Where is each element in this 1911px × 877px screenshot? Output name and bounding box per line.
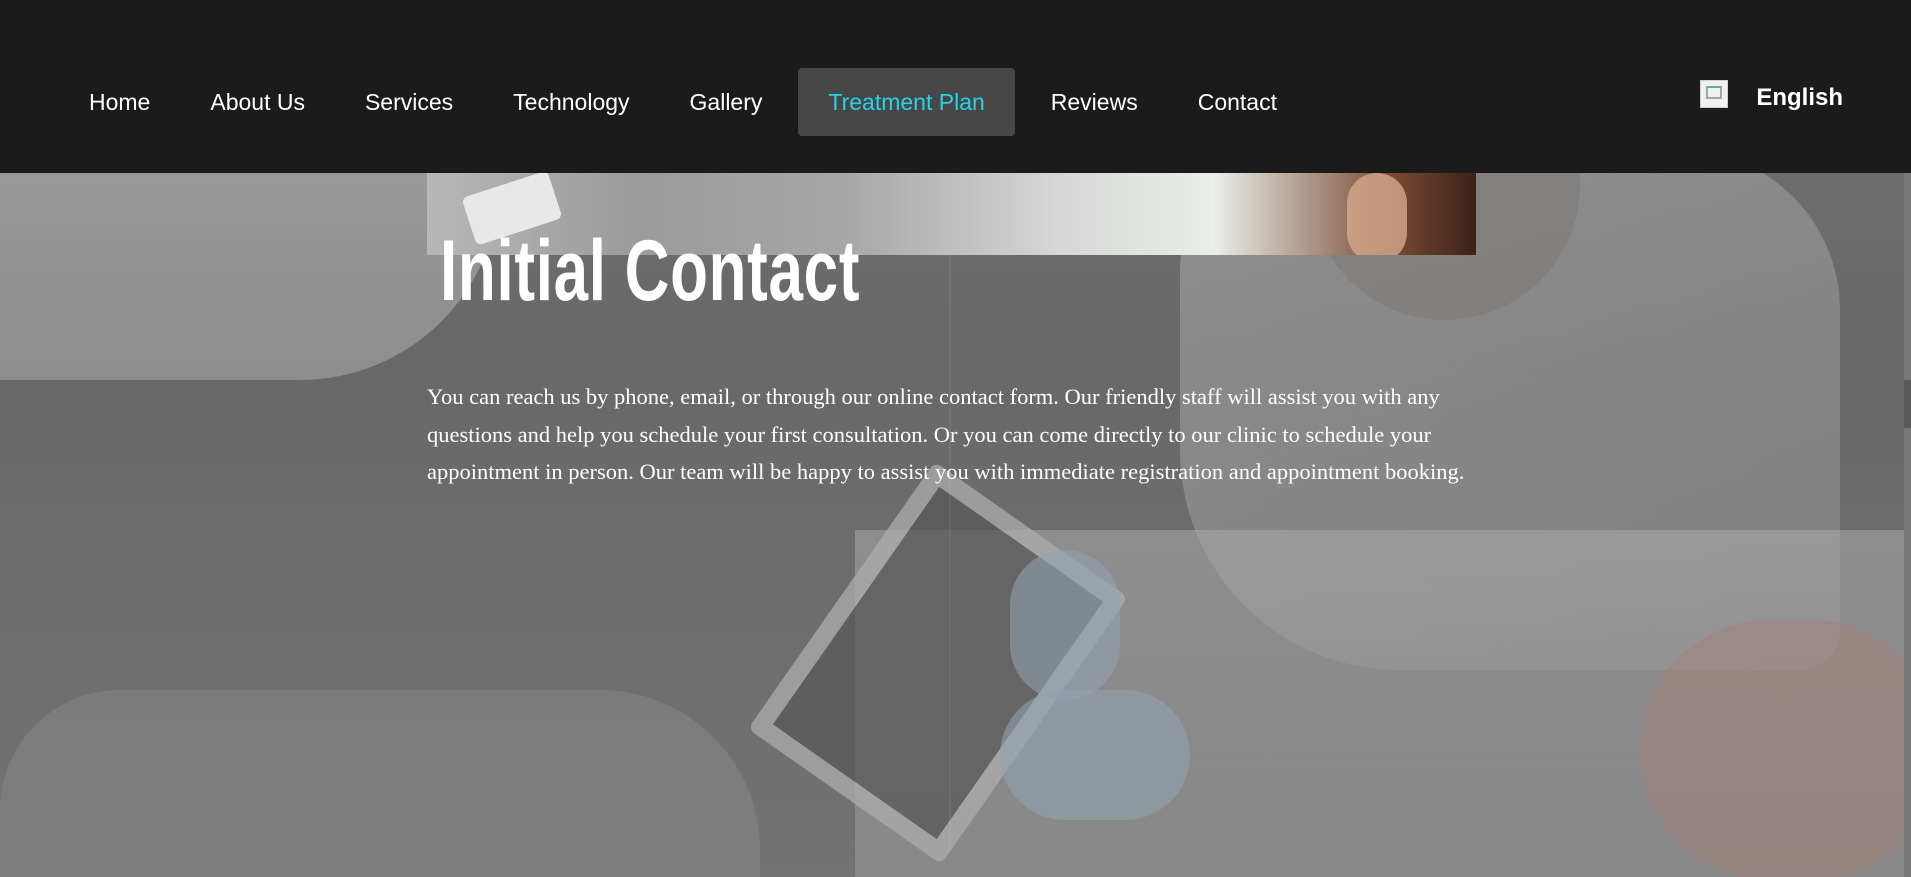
nav-item-treatment-plan[interactable]: Treatment Plan [798, 68, 1015, 136]
nav-item-home[interactable]: Home [65, 68, 174, 136]
language-selector[interactable]: English [1700, 80, 1843, 112]
section-description: You can reach us by phone, email, or thr… [427, 384, 1465, 484]
image-detail [1347, 173, 1407, 255]
nav-item-contact[interactable]: Contact [1174, 68, 1301, 136]
language-label: English [1756, 84, 1843, 111]
section-title: Initial Contact [440, 223, 861, 319]
flag-icon [1700, 80, 1729, 108]
nav-item-gallery[interactable]: Gallery [666, 68, 787, 136]
nav-item-technology[interactable]: Technology [489, 68, 653, 136]
nav-item-about-us[interactable]: About Us [186, 68, 329, 136]
top-navigation-bar: Home About Us Services Technology Galler… [0, 0, 1911, 173]
nav-item-reviews[interactable]: Reviews [1027, 68, 1162, 136]
nav-item-services[interactable]: Services [341, 68, 477, 136]
main-menu: Home About Us Services Technology Galler… [65, 68, 1313, 136]
scrollbar-track[interactable] [1904, 173, 1911, 877]
scrollbar-thumb[interactable] [1904, 380, 1911, 428]
